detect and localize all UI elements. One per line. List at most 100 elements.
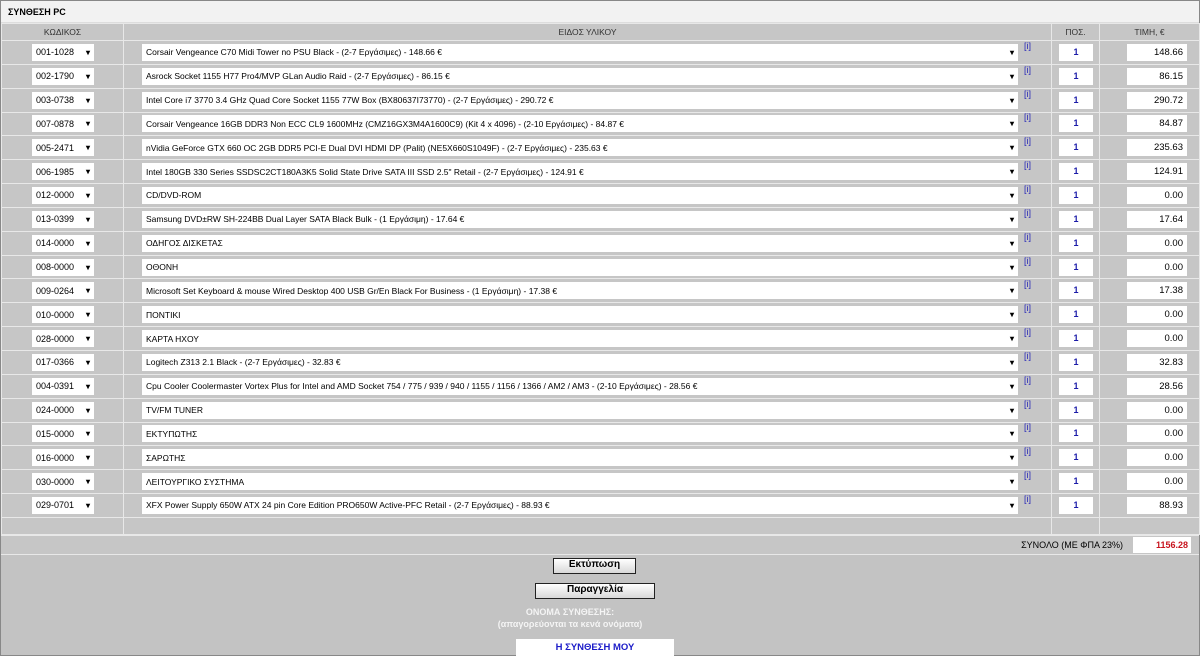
info-link[interactable]: [i] — [1024, 375, 1031, 385]
info-link[interactable]: [i] — [1024, 494, 1031, 504]
description-select[interactable]: ΟΔΗΓΟΣ ΔΙΣΚΕΤΑΣ ▾ — [142, 234, 1018, 252]
code-select[interactable]: 012-0000 ▾ — [32, 186, 94, 204]
info-link[interactable]: [i] — [1024, 136, 1031, 146]
description-select[interactable]: CD/DVD-ROM ▾ — [142, 186, 1018, 204]
quantity-input[interactable]: 1 — [1059, 186, 1093, 204]
description-select[interactable]: XFX Power Supply 650W ATX 24 pin Core Ed… — [142, 496, 1018, 514]
table-row: 008-0000 ▾ ΟΘΟΝΗ ▾ [i] 1 0.00 — [1, 254, 1200, 280]
info-link[interactable]: [i] — [1024, 232, 1031, 242]
quantity-input[interactable]: 1 — [1059, 163, 1093, 181]
code-select[interactable]: 016-0000 ▾ — [32, 449, 94, 467]
code-select[interactable]: 013-0399 ▾ — [32, 210, 94, 228]
quantity-cell: 1 — [1051, 349, 1100, 375]
quantity-input[interactable]: 1 — [1059, 258, 1093, 276]
header-quantity: ΠΟΣ. — [1051, 23, 1100, 41]
info-link[interactable]: [i] — [1024, 89, 1031, 99]
info-link[interactable]: [i] — [1024, 184, 1031, 194]
info-link[interactable]: [i] — [1024, 351, 1031, 361]
description-cell: ΛΕΙΤΟΥΡΓΙΚΟ ΣΥΣΤΗΜΑ ▾ [i] — [123, 469, 1052, 495]
info-link[interactable]: [i] — [1024, 327, 1031, 337]
quantity-input[interactable]: 1 — [1059, 473, 1093, 491]
chevron-down-icon: ▾ — [85, 71, 90, 81]
quantity-input[interactable]: 1 — [1059, 496, 1093, 514]
code-cell: 006-1985 ▾ — [1, 159, 124, 185]
description-select[interactable]: Cpu Cooler Coolermaster Vortex Plus for … — [142, 377, 1018, 395]
description-select[interactable]: Corsair Vengeance C70 Midi Tower no PSU … — [142, 43, 1018, 61]
info-link[interactable]: [i] — [1024, 470, 1031, 480]
info-link[interactable]: [i] — [1024, 160, 1031, 170]
description-select[interactable]: Corsair Vengeance 16GB DDR3 Non ECC CL9 … — [142, 115, 1018, 133]
price-value: 0.00 — [1127, 473, 1187, 491]
quantity-input[interactable]: 1 — [1059, 306, 1093, 324]
quantity-input[interactable]: 1 — [1059, 115, 1093, 133]
info-link[interactable]: [i] — [1024, 279, 1031, 289]
info-link[interactable]: [i] — [1024, 65, 1031, 75]
description-select[interactable]: TV/FM TUNER ▾ — [142, 401, 1018, 419]
code-select[interactable]: 009-0264 ▾ — [32, 282, 94, 300]
description-select[interactable]: ΚΑΡΤΑ ΗΧΟΥ ▾ — [142, 330, 1018, 348]
quantity-input[interactable]: 1 — [1059, 353, 1093, 371]
info-link[interactable]: [i] — [1024, 422, 1031, 432]
description-select[interactable]: ΠΟΝΤΙΚΙ ▾ — [142, 306, 1018, 324]
description-select[interactable]: Asrock Socket 1155 H77 Pro4/MVP GLan Aud… — [142, 67, 1018, 85]
code-select[interactable]: 005-2471 ▾ — [32, 139, 94, 157]
page-title: ΣΥΝΘΕΣΗ PC — [1, 1, 1199, 23]
chevron-down-icon: ▾ — [85, 119, 90, 129]
info-link[interactable]: [i] — [1024, 399, 1031, 409]
info-link[interactable]: [i] — [1024, 303, 1031, 313]
description-select[interactable]: ΕΚΤΥΠΩΤΗΣ ▾ — [142, 425, 1018, 443]
code-value: 015-0000 — [36, 428, 75, 439]
description-cell: Microsoft Set Keyboard & mouse Wired Des… — [123, 278, 1052, 304]
info-link[interactable]: [i] — [1024, 208, 1031, 218]
description-select[interactable]: nVidia GeForce GTX 660 OC 2GB DDR5 PCI-E… — [142, 139, 1018, 157]
quantity-input[interactable]: 1 — [1059, 425, 1093, 443]
description-select[interactable]: ΣΑΡΩΤΗΣ ▾ — [142, 449, 1018, 467]
composition-name-input[interactable]: Η ΣΥΝΘΕΣΗ ΜΟΥ — [516, 639, 674, 656]
description-select[interactable]: Intel 180GB 330 Series SSDSC2CT180A3K5 S… — [142, 163, 1018, 181]
description-select[interactable]: ΛΕΙΤΟΥΡΓΙΚΟ ΣΥΣΤΗΜΑ ▾ — [142, 473, 1018, 491]
quantity-input[interactable]: 1 — [1059, 234, 1093, 252]
code-select[interactable]: 015-0000 ▾ — [32, 425, 94, 443]
info-link[interactable]: [i] — [1024, 256, 1031, 266]
code-select[interactable]: 004-0391 ▾ — [32, 377, 94, 395]
quantity-input[interactable]: 1 — [1059, 91, 1093, 109]
quantity-input[interactable]: 1 — [1059, 210, 1093, 228]
description-select[interactable]: ΟΘΟΝΗ ▾ — [142, 258, 1018, 276]
quantity-input[interactable]: 1 — [1059, 449, 1093, 467]
code-select[interactable]: 030-0000 ▾ — [32, 473, 94, 491]
quantity-cell: 1 — [1051, 373, 1100, 399]
quantity-input[interactable]: 1 — [1059, 401, 1093, 419]
info-link[interactable]: [i] — [1024, 446, 1031, 456]
quantity-input[interactable]: 1 — [1059, 139, 1093, 157]
code-select[interactable]: 017-0366 ▾ — [32, 353, 94, 371]
quantity-input[interactable]: 1 — [1059, 330, 1093, 348]
print-button[interactable]: Εκτύπωση — [553, 558, 636, 574]
info-link[interactable]: [i] — [1024, 112, 1031, 122]
quantity-input[interactable]: 1 — [1059, 282, 1093, 300]
order-button[interactable]: Παραγγελία — [535, 583, 655, 599]
code-select[interactable]: 007-0878 ▾ — [32, 115, 94, 133]
code-select[interactable]: 014-0000 ▾ — [32, 234, 94, 252]
code-select[interactable]: 028-0000 ▾ — [32, 330, 94, 348]
code-select[interactable]: 001-1028 ▾ — [32, 43, 94, 61]
code-select[interactable]: 029-0701 ▾ — [32, 496, 94, 514]
code-select[interactable]: 002-1790 ▾ — [32, 67, 94, 85]
table-row: 028-0000 ▾ ΚΑΡΤΑ ΗΧΟΥ ▾ [i] 1 0.00 — [1, 326, 1200, 351]
quantity-cell: 1 — [1051, 40, 1100, 65]
code-select[interactable]: 024-0000 ▾ — [32, 401, 94, 419]
description-value: ΟΔΗΓΟΣ ΔΙΣΚΕΤΑΣ — [146, 238, 223, 249]
info-link[interactable]: [i] — [1024, 41, 1031, 51]
description-cell: ΚΑΡΤΑ ΗΧΟΥ ▾ [i] — [123, 326, 1052, 351]
quantity-input[interactable]: 1 — [1059, 43, 1093, 61]
description-select[interactable]: Logitech Z313 2.1 Black - (2-7 Εργάσιμες… — [142, 353, 1018, 371]
code-select[interactable]: 008-0000 ▾ — [32, 258, 94, 276]
code-cell: 017-0366 ▾ — [1, 349, 124, 375]
code-select[interactable]: 010-0000 ▾ — [32, 306, 94, 324]
description-select[interactable]: Microsoft Set Keyboard & mouse Wired Des… — [142, 282, 1018, 300]
quantity-input[interactable]: 1 — [1059, 377, 1093, 395]
description-select[interactable]: Intel Core i7 3770 3.4 GHz Quad Core Soc… — [142, 91, 1018, 109]
quantity-input[interactable]: 1 — [1059, 67, 1093, 85]
code-select[interactable]: 003-0738 ▾ — [32, 91, 94, 109]
description-select[interactable]: Samsung DVD±RW SH-224BB Dual Layer SATA … — [142, 210, 1018, 228]
code-select[interactable]: 006-1985 ▾ — [32, 163, 94, 181]
